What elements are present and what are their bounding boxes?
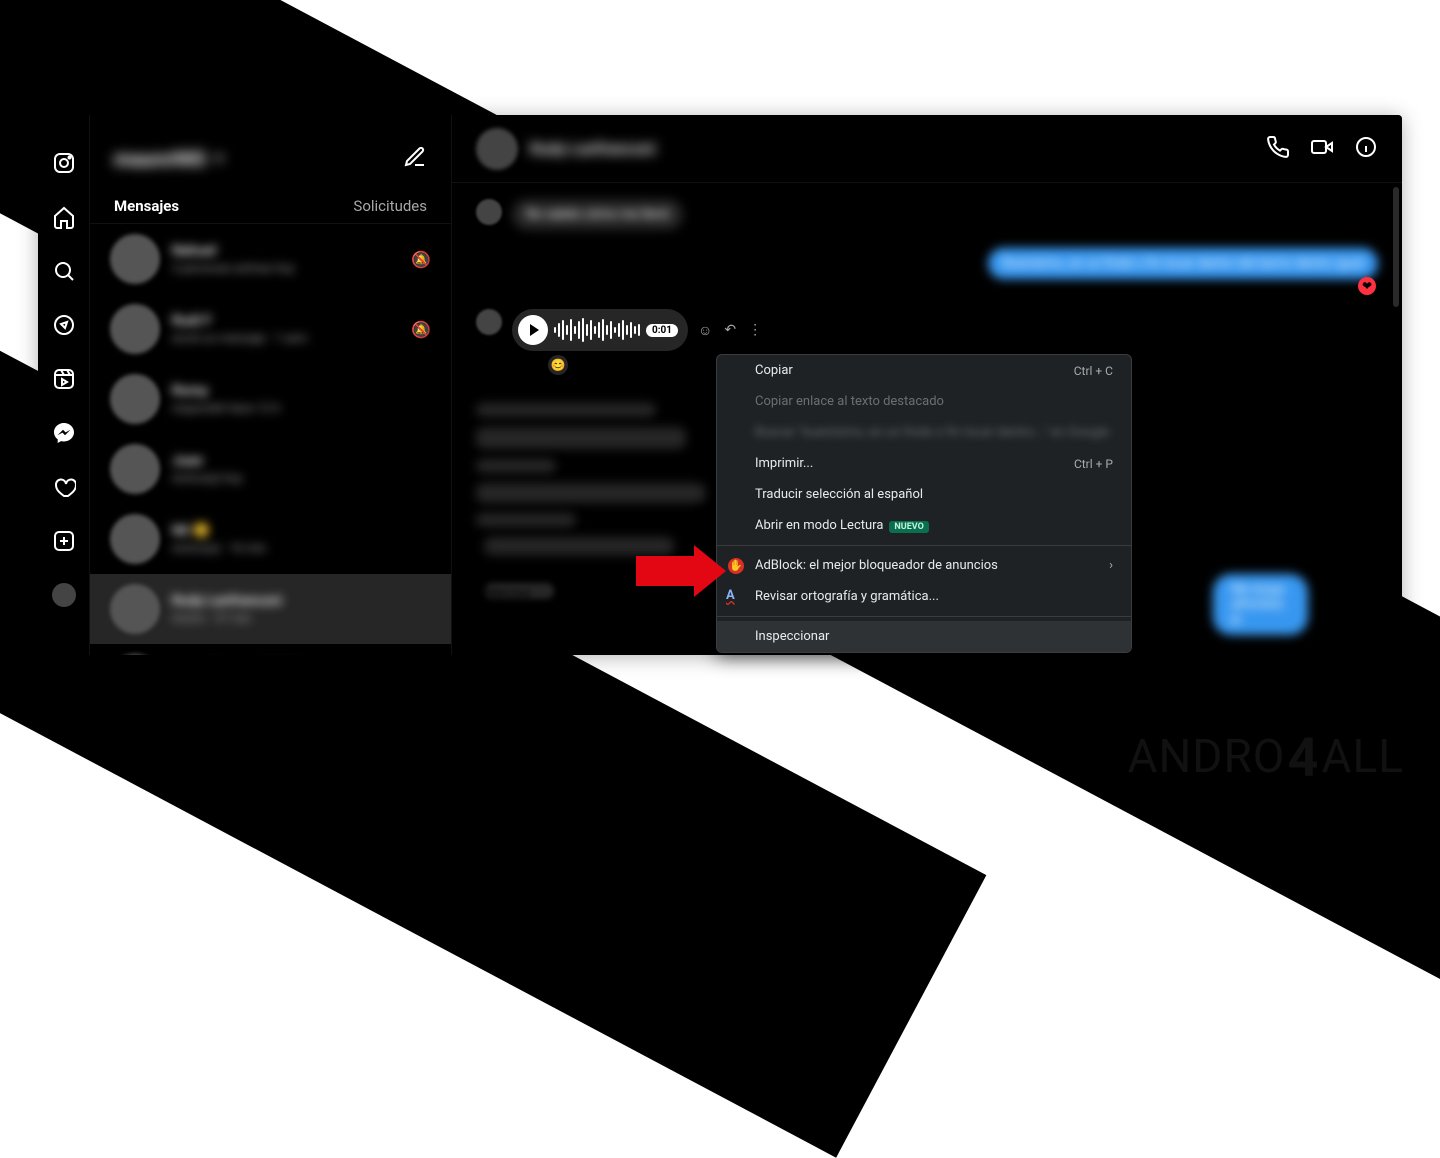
ctx-copy-link: Copiar enlace al texto destacado [717, 386, 1131, 417]
conversation-item[interactable]: BUCHER BASKET 🏀envió un mensaje [90, 644, 451, 655]
conversation-item[interactable]: Rudy LanfranconiActivo · 37 min [90, 574, 451, 644]
notifications-icon[interactable] [52, 475, 76, 499]
conversation-item[interactable]: Nil 😊Activo(a) · 16 min [90, 504, 451, 574]
heart-reaction-icon[interactable]: ❤ [1358, 277, 1376, 295]
ctx-translate[interactable]: Traducir selección al español [717, 479, 1131, 510]
react-icon[interactable]: ☺ [698, 322, 712, 339]
context-menu: CopiarCtrl + C Copiar enlace al texto de… [716, 354, 1132, 653]
voice-duration: 0:01 [646, 324, 678, 337]
audio-call-icon[interactable] [1266, 135, 1290, 163]
chat-header: Rudy Lanfranconi [452, 115, 1402, 183]
message-outgoing: Me tengo alfombra je [1213, 574, 1372, 635]
account-switcher[interactable]: mauro985 [114, 147, 224, 171]
sidebar: mauro985 Mensajes Solicitudes Nahuel3 pe… [90, 115, 452, 655]
create-icon[interactable] [52, 529, 76, 553]
ctx-spelling[interactable]: ARevisar ortografía y gramática... [717, 581, 1131, 612]
video-call-icon[interactable] [1310, 135, 1334, 163]
ctx-search: Buscar "buenísimo, en un finde o fin toc… [717, 417, 1131, 448]
conversation-list: Nahuel3 personas activas hoy🔕 Rudi Fenvi… [90, 224, 451, 655]
ctx-adblock[interactable]: ✋AdBlock: el mejor bloqueador de anuncio… [717, 550, 1131, 581]
waveform-icon [554, 317, 640, 343]
message-avatar [476, 309, 502, 335]
instagram-icon[interactable] [52, 151, 76, 175]
tab-messages[interactable]: Mensajes [114, 197, 179, 215]
conversation-item[interactable]: Nahuel3 personas activas hoy🔕 [90, 224, 451, 294]
messenger-icon[interactable] [52, 421, 76, 445]
reels-icon[interactable] [52, 367, 76, 391]
message-incoming: No sabés cómo me llenó [476, 199, 1378, 230]
ctx-reader[interactable]: Abrir en modo LecturaNUEVO [717, 510, 1131, 541]
voice-message[interactable]: 0:01 [512, 309, 688, 351]
mute-icon: 🔕 [411, 250, 431, 269]
contact-avatar[interactable] [476, 128, 518, 170]
reply-icon[interactable]: ↶ [724, 322, 736, 338]
info-icon[interactable] [1354, 135, 1378, 163]
ctx-inspect[interactable]: Inspeccionar [717, 621, 1131, 652]
compose-icon[interactable] [403, 145, 427, 173]
home-icon[interactable] [52, 205, 76, 229]
play-button[interactable] [518, 315, 548, 345]
brand-watermark: ANDRO4ALL [1127, 725, 1404, 788]
spellcheck-icon: A [726, 588, 742, 604]
mute-icon: 🔕 [411, 320, 431, 339]
emoji-reaction[interactable]: 😊 [548, 355, 568, 375]
ctx-print[interactable]: Imprimir...Ctrl + P [717, 448, 1131, 479]
scrollbar[interactable] [1392, 183, 1400, 655]
ctx-copy[interactable]: CopiarCtrl + C [717, 355, 1131, 386]
conversation-item[interactable]: Rudi Fenvió un mensaje · 1 sem🔕 [90, 294, 451, 364]
nav-rail [38, 115, 90, 655]
annotation-arrow [636, 556, 696, 586]
contact-name: Rudy Lanfranconi [530, 139, 655, 158]
message-outgoing: Buenísimo, en un finde o fin tocar dentr… [476, 248, 1378, 279]
explore-icon[interactable] [52, 313, 76, 337]
conversation-item[interactable]: JuanActivo(a) hoy [90, 434, 451, 504]
sidebar-header: mauro985 [90, 115, 451, 183]
conversation-item[interactable]: Romyrespondió hace 12 h [90, 364, 451, 434]
message-avatar [476, 199, 502, 225]
more-icon[interactable]: ⋮ [748, 322, 762, 338]
search-icon[interactable] [52, 259, 76, 283]
sidebar-tabs: Mensajes Solicitudes [90, 183, 451, 224]
tab-requests[interactable]: Solicitudes [353, 197, 427, 215]
adblock-icon: ✋ [728, 558, 744, 574]
profile-avatar-icon[interactable] [52, 583, 76, 607]
